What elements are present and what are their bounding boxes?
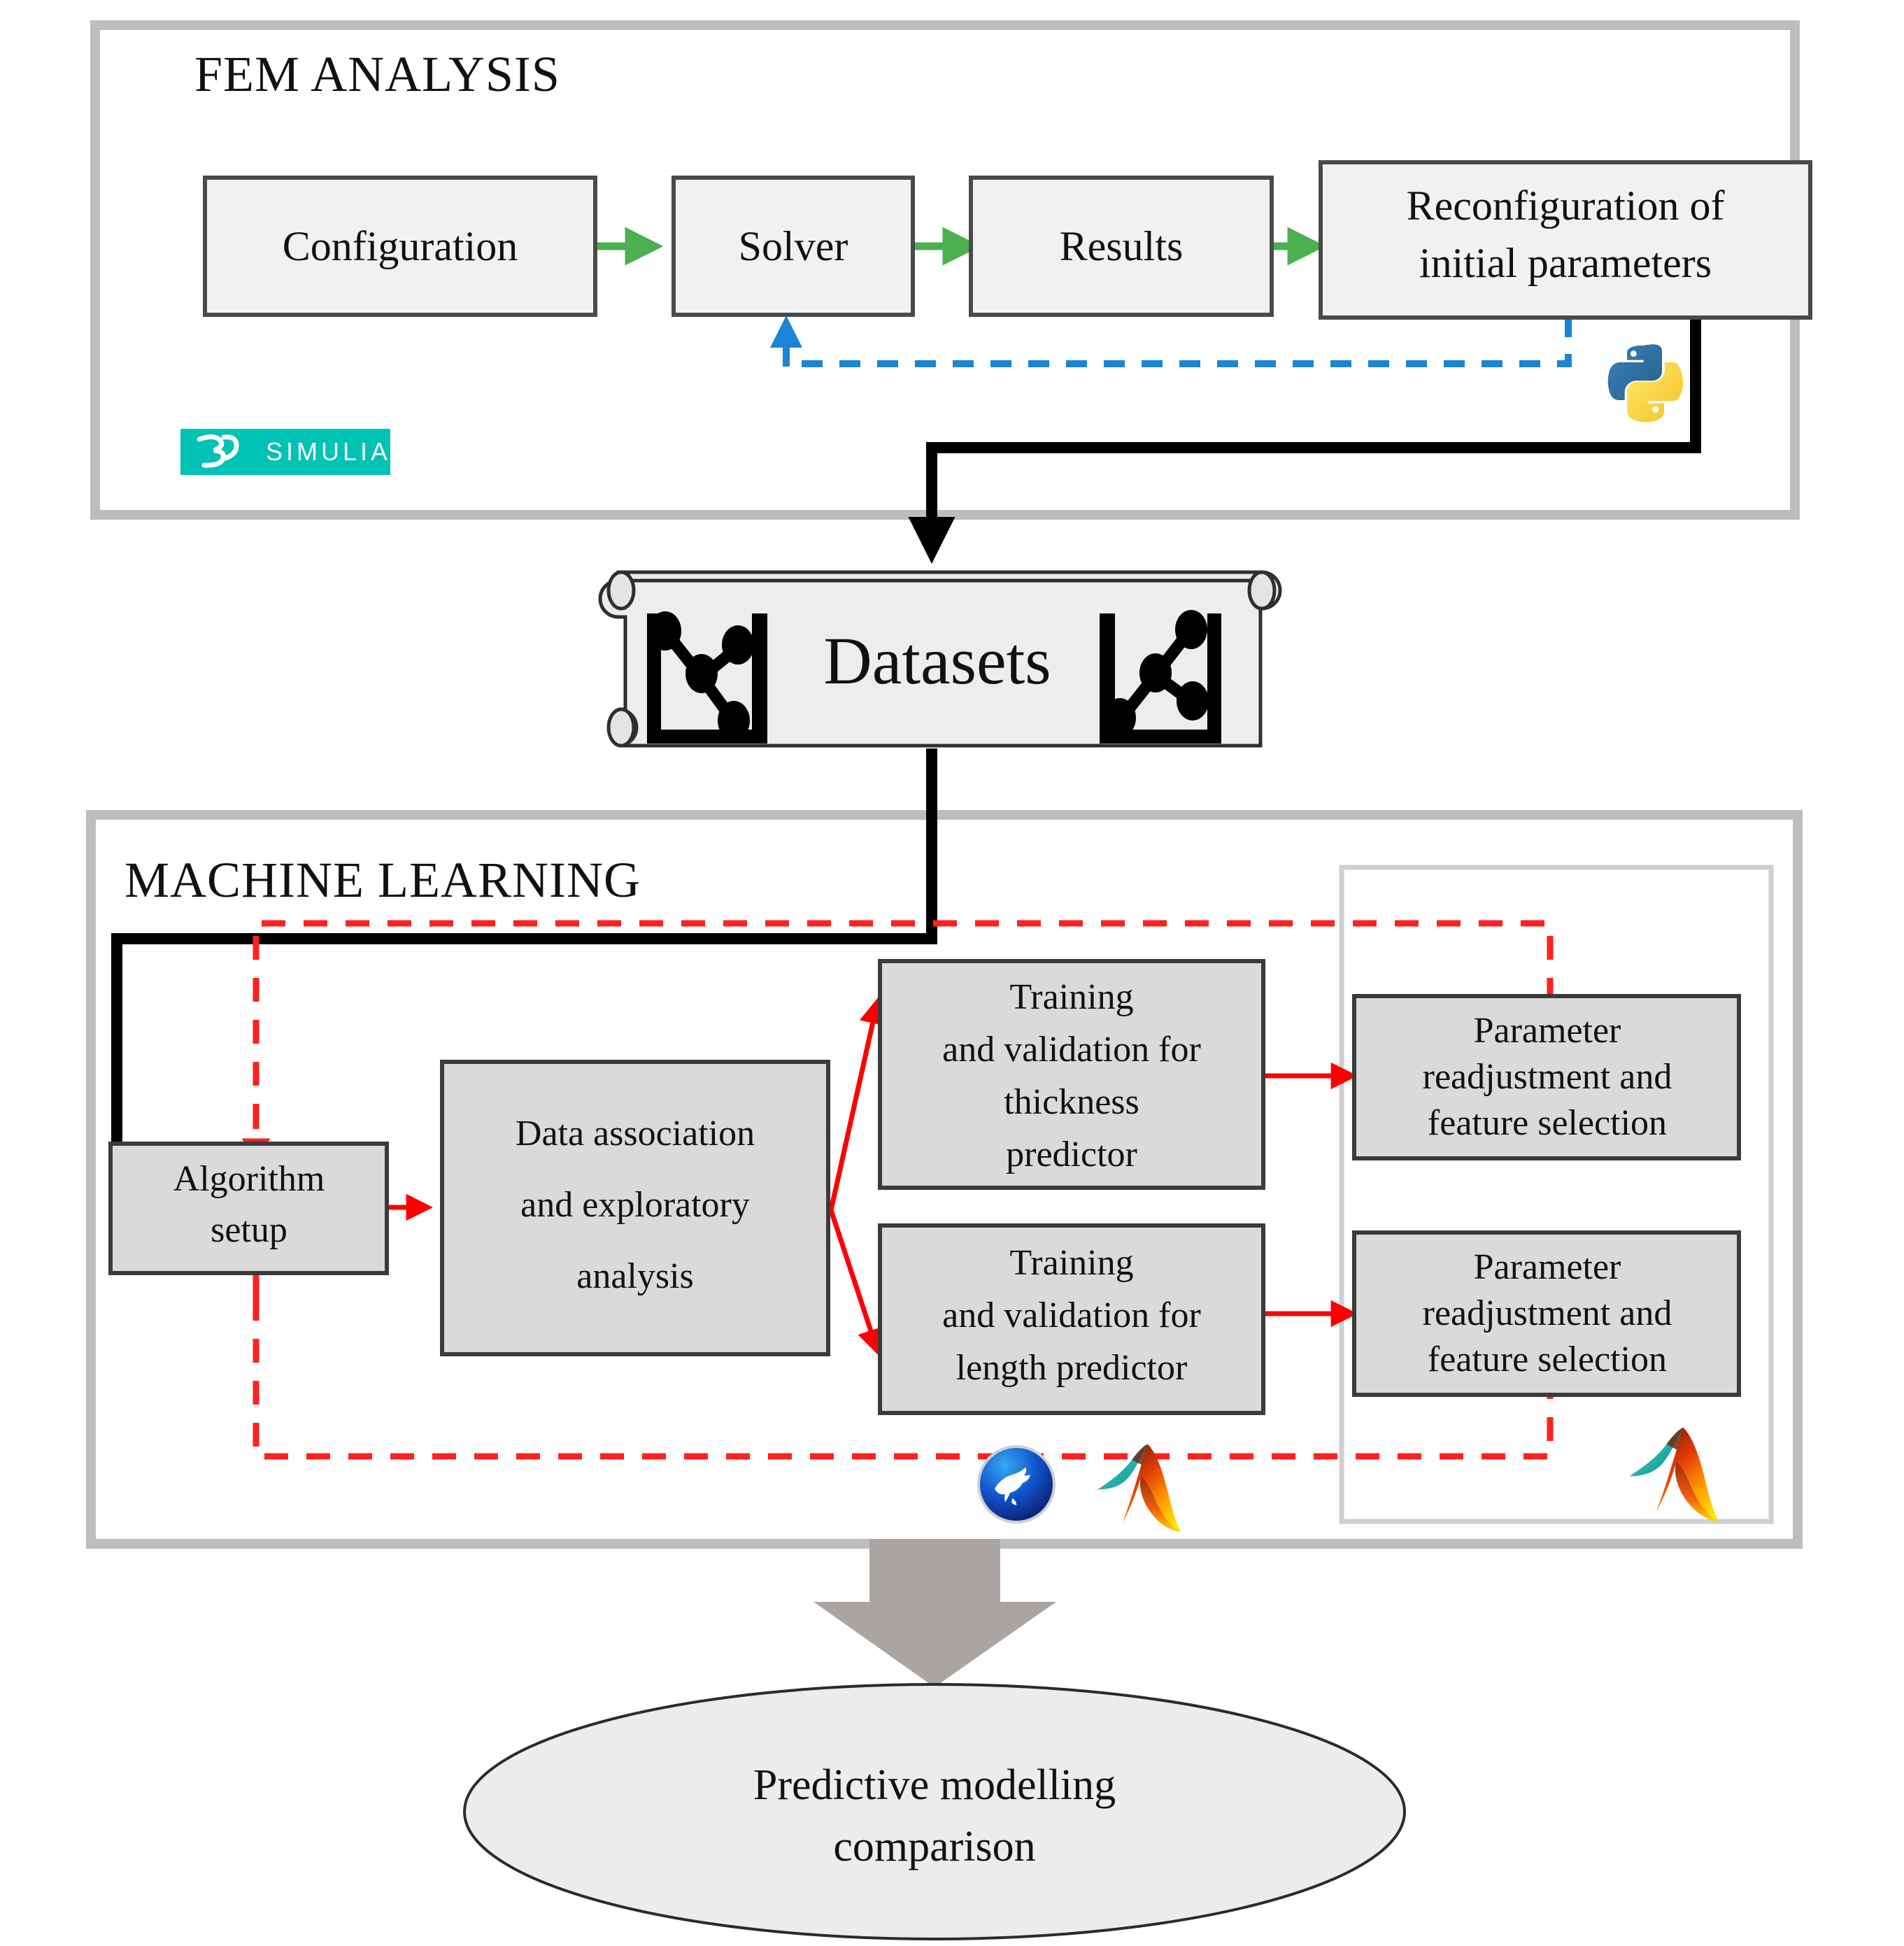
ml-box-training-thickness[interactable]: Training and validation for thickness pr… [878,959,1265,1190]
datasets-label: Datasets [823,623,1051,698]
output-line2: comparison [833,1823,1035,1870]
simulia-logo: SIMULIA [180,429,391,475]
ml-box-training-length-line2: and validation for [942,1295,1201,1335]
output-ellipse[interactable]: Predictive modelling comparison [463,1683,1406,1940]
ml-box-param-readjust-thickness[interactable]: Parameter readjustment and feature selec… [1352,994,1741,1160]
ml-box-data-association-line3: analysis [576,1256,694,1296]
output-line1: Predictive modelling [753,1761,1116,1809]
diagram-svg: Configuration Solver Results Reconfigura… [86,20,1812,1940]
ml-box-param-thickness-line2: readjustment and [1423,1057,1672,1097]
block-arrow-to-output [814,1539,1056,1687]
fem-box-results-label: Results [1060,223,1184,269]
fem-box-reconfiguration-line2: initial parameters [1419,240,1712,286]
ml-box-data-association-line1: Data association [516,1114,755,1153]
ml-box-training-length[interactable]: Training and validation for length predi… [878,1223,1265,1415]
fem-box-results[interactable]: Results [969,176,1274,317]
ml-box-param-length-line3: feature selection [1428,1340,1667,1379]
ml-box-param-length-line2: readjustment and [1423,1293,1672,1333]
ml-box-param-thickness-line1: Parameter [1474,1011,1621,1051]
ml-box-training-length-line1: Training [1009,1243,1133,1283]
fem-box-reconfiguration[interactable]: Reconfiguration of initial parameters [1319,160,1812,320]
ml-box-data-association[interactable]: Data association and exploratory analysi… [440,1060,830,1356]
ml-box-param-readjust-length[interactable]: Parameter readjustment and feature selec… [1352,1230,1741,1397]
ml-box-algorithm-setup[interactable]: Algorithm setup [108,1142,389,1275]
ml-box-param-length-line1: Parameter [1474,1247,1621,1287]
ml-box-param-thickness-line3: feature selection [1428,1103,1667,1143]
ml-box-data-association-line2: and exploratory [520,1185,750,1225]
fem-box-configuration-label: Configuration [283,223,518,269]
machine-learning-title: MACHINE LEARNING [125,852,641,908]
fem-box-solver[interactable]: Solver [672,176,915,317]
ml-box-algorithm-setup-line2: setup [211,1210,287,1250]
fem-box-reconfiguration-line1: Reconfiguration of [1407,183,1725,229]
ml-box-training-thickness-line2: and validation for [942,1030,1201,1070]
fem-box-solver-label: Solver [739,223,848,269]
weka-logo [977,1445,1056,1524]
datasets-node[interactable]: Datasets [598,570,1282,748]
fem-analysis-title: FEM ANALYSIS [194,46,560,102]
simulia-logo-text: SIMULIA [266,437,391,466]
ml-box-training-thickness-line3: thickness [1004,1082,1139,1122]
ml-box-algorithm-setup-line1: Algorithm [173,1159,325,1199]
ml-box-training-thickness-line4: predictor [1006,1135,1137,1174]
ml-box-training-thickness-line1: Training [1009,977,1133,1017]
ml-box-training-length-line3: length predictor [956,1348,1188,1388]
fem-box-configuration[interactable]: Configuration [203,176,597,317]
diagram-canvas: Configuration Solver Results Reconfigura… [0,0,1904,1946]
